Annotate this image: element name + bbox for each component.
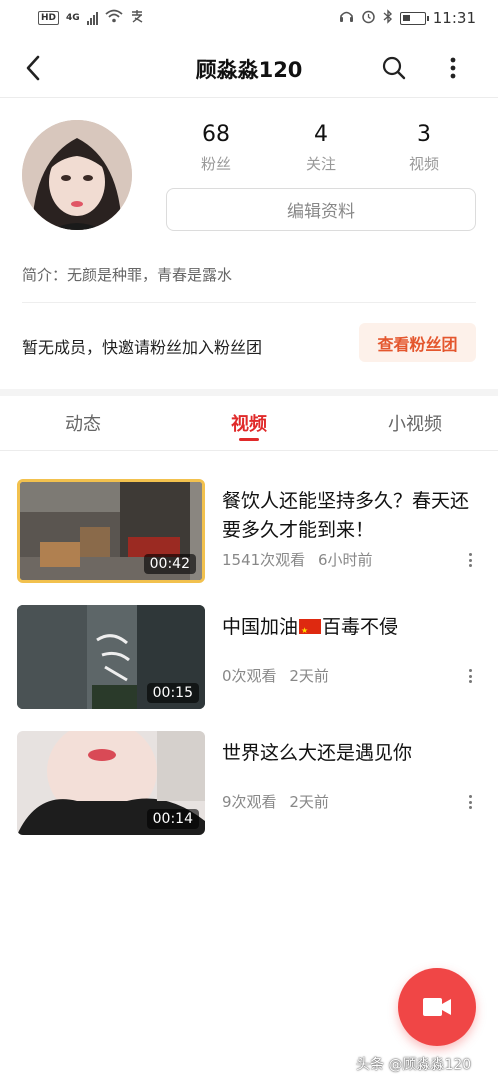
video-title[interactable]: 餐饮人还能坚持多久？春天还要多久才能到来！ xyxy=(222,487,477,545)
tab-videos[interactable]: 视频 xyxy=(189,410,309,436)
watermark: 头条 @顾淼淼120 xyxy=(356,1057,472,1073)
video-time: 2天前 xyxy=(289,793,329,811)
search-icon xyxy=(382,56,406,80)
fan-group-status: 暂无成员，快邀请粉丝加入粉丝团 xyxy=(22,338,263,357)
more-options-button[interactable] xyxy=(438,52,468,84)
page-title: 顾淼淼120 xyxy=(195,58,303,82)
video-meta: 9次观看 2天前 xyxy=(222,791,329,812)
more-vertical-icon xyxy=(450,57,456,79)
video-thumbnail[interactable]: 00:14 xyxy=(17,731,205,835)
stat-fans-label: 粉丝 xyxy=(200,155,231,173)
stat-videos-label: 视频 xyxy=(408,155,439,173)
avatar[interactable] xyxy=(22,120,132,230)
tab-short-videos[interactable]: 小视频 xyxy=(355,410,475,436)
video-item[interactable]: 00:42 餐饮人还能坚持多久？春天还要多久才能到来！ 1541次观看 6小时前 xyxy=(0,479,498,584)
stat-videos-value: 3 xyxy=(417,122,431,147)
video-more-button[interactable] xyxy=(463,666,477,686)
status-bar: HD 4G 11:31 xyxy=(0,0,498,36)
section-divider xyxy=(0,389,498,396)
video-thumbnail[interactable]: 00:15 xyxy=(17,605,205,709)
video-time: 6小时前 xyxy=(317,551,373,569)
status-time: 11:31 xyxy=(432,9,476,27)
record-video-button[interactable] xyxy=(398,968,476,1046)
signal-icon xyxy=(86,11,98,25)
alarm-icon xyxy=(361,9,376,28)
video-duration: 00:42 xyxy=(143,554,196,574)
video-more-button[interactable] xyxy=(463,550,477,570)
tab-dynamics[interactable]: 动态 xyxy=(23,410,143,436)
network-type: 4G xyxy=(66,13,80,23)
profile-bio: 简介：无颜是种罪，青春是露水 xyxy=(22,266,233,284)
video-more-button[interactable] xyxy=(463,792,477,812)
stat-following-label: 关注 xyxy=(305,155,336,173)
video-thumbnail[interactable]: 00:42 xyxy=(17,479,205,583)
wifi-icon xyxy=(105,9,123,27)
stat-following-value: 4 xyxy=(314,122,328,147)
video-meta: 1541次观看 6小时前 xyxy=(222,549,373,570)
video-views: 9次观看 xyxy=(222,793,277,811)
battery-icon xyxy=(399,11,429,25)
video-camera-icon xyxy=(423,998,451,1016)
headphones-icon xyxy=(339,9,354,27)
divider xyxy=(22,302,476,303)
stat-fans[interactable]: 68 粉丝 xyxy=(166,122,266,174)
search-button[interactable] xyxy=(378,52,410,84)
video-title[interactable]: 世界这么大还是遇见你 xyxy=(222,739,477,768)
view-fan-group-button[interactable]: 查看粉丝团 xyxy=(359,323,476,362)
video-duration: 00:14 xyxy=(146,809,199,829)
stat-videos[interactable]: 3 视频 xyxy=(374,122,474,174)
china-flag-icon xyxy=(299,616,322,645)
video-meta: 0次观看 2天前 xyxy=(222,665,329,686)
stat-fans-value: 68 xyxy=(202,122,230,147)
top-bar: 顾淼淼120 xyxy=(0,38,498,98)
payment-icon xyxy=(130,9,144,27)
active-tab-indicator xyxy=(239,438,259,441)
video-duration: 00:15 xyxy=(146,683,199,703)
video-title[interactable]: 中国加油 百毒不侵 xyxy=(222,613,477,645)
hd-indicator: HD xyxy=(38,11,60,25)
bluetooth-icon xyxy=(383,8,393,28)
video-time: 2天前 xyxy=(289,667,329,685)
content-tabs: 动态 视频 小视频 xyxy=(0,396,498,451)
video-title-part: 中国加油 xyxy=(222,616,299,638)
video-views: 1541次观看 xyxy=(222,551,306,569)
video-views: 0次观看 xyxy=(222,667,277,685)
stat-following[interactable]: 4 关注 xyxy=(271,122,371,174)
video-title-part: 百毒不侵 xyxy=(322,616,399,638)
video-item[interactable]: 00:15 中国加油 百毒不侵 0次观看 2天前 xyxy=(0,605,498,710)
video-item[interactable]: 00:14 世界这么大还是遇见你 9次观看 2天前 xyxy=(0,731,498,836)
edit-profile-button[interactable]: 编辑资料 xyxy=(166,188,476,231)
